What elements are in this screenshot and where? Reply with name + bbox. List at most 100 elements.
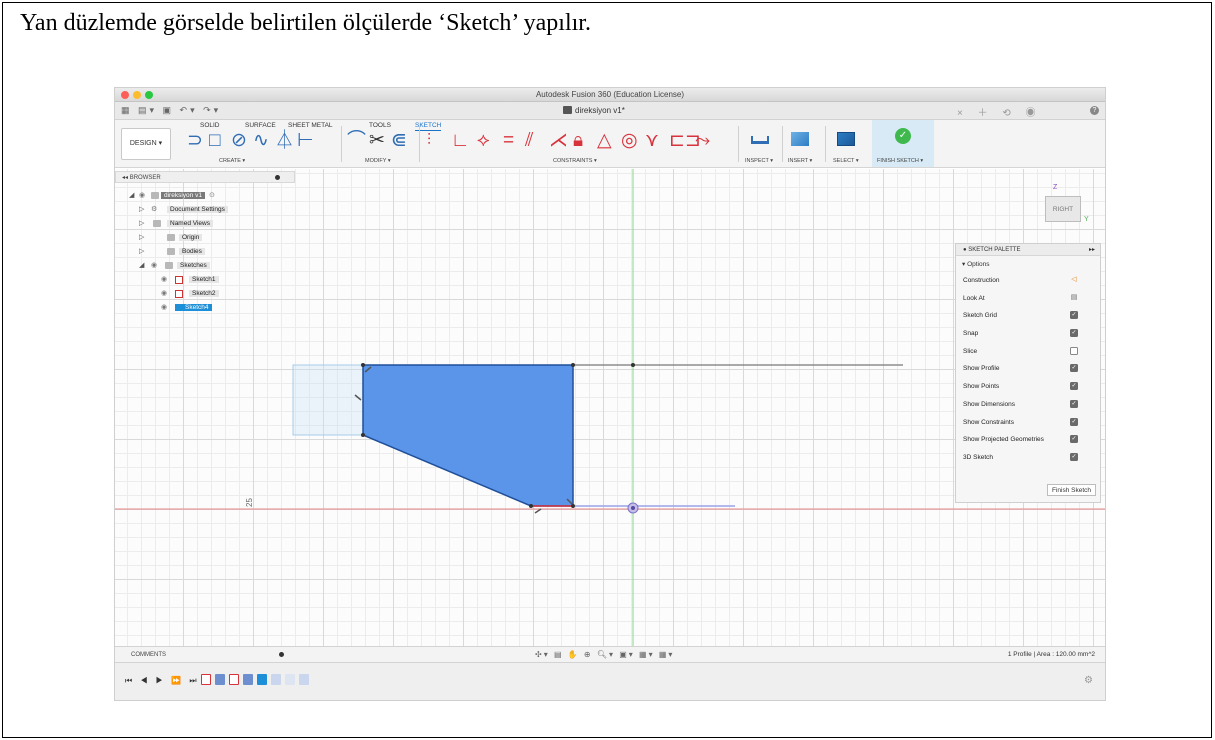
spline-tool-icon[interactable]: ∿ xyxy=(253,130,269,152)
document-tab[interactable]: direksiyon v1* xyxy=(563,106,625,115)
concentric-constraint-icon[interactable]: ◎ xyxy=(621,130,638,152)
trim-tool-icon[interactable]: ✂ xyxy=(369,130,385,152)
select-menu[interactable]: SELECT ▾ xyxy=(833,158,859,164)
view-cube-right-face[interactable]: RIGHT xyxy=(1045,196,1081,222)
collapse-icon[interactable]: ◂◂ xyxy=(122,175,130,181)
show-projected-geometries-checkbox[interactable]: ✓ xyxy=(1070,435,1078,444)
tab-controls[interactable]: × ＋ ⟲ ◉ xyxy=(957,104,1042,119)
timeline-suppressed-icon[interactable] xyxy=(285,674,295,685)
show-constraints-checkbox[interactable]: ✓ xyxy=(1070,417,1078,426)
collinear-constraint-icon[interactable]: ⋌ xyxy=(549,130,568,152)
eye-icon[interactable]: ◉ xyxy=(139,191,145,199)
eye-icon[interactable]: ◉ xyxy=(161,289,167,297)
workspace-dropdown[interactable]: DESIGN ▾ xyxy=(121,128,171,160)
palette-row-show-dimensions: Show Dimensions ✓ xyxy=(956,396,1100,414)
eye-icon[interactable]: ◉ xyxy=(161,275,167,283)
browser-item-label: Document Settings xyxy=(167,206,228,213)
eye-icon[interactable]: ◉ xyxy=(161,303,167,311)
tangent-line-icon[interactable]: ⋎ xyxy=(645,130,659,152)
activate-radio-icon[interactable]: ⊙ xyxy=(209,191,215,199)
equal-constraint-icon[interactable]: = xyxy=(503,130,514,152)
timeline-revolve-icon[interactable] xyxy=(243,674,253,685)
timeline-active-sketch-icon[interactable] xyxy=(257,674,267,685)
quick-access-icons[interactable]: ▦ ▤▾ ▣ ↶▾ ↷▾ xyxy=(121,105,221,116)
midpoint-constraint-icon[interactable]: △ xyxy=(597,130,612,152)
palette-row-show-projected-geometries: Show Projected Geometries ✓ xyxy=(956,431,1100,449)
rectangle-tool-icon[interactable]: □ xyxy=(209,130,220,152)
expand-icon[interactable]: ▸▸ xyxy=(1089,246,1095,253)
line-tool-icon[interactable]: ⊃ xyxy=(187,130,203,152)
tab-solid[interactable]: SOLID xyxy=(200,122,220,129)
expand-arrow-icon[interactable]: ◢ xyxy=(129,191,134,199)
timeline-suppressed-icon[interactable] xyxy=(299,674,309,685)
show-dimensions-checkbox[interactable]: ✓ xyxy=(1070,399,1078,408)
polygon-tool-icon[interactable]: ⏃ xyxy=(275,130,294,152)
finish-sketch-menu[interactable]: FINISH SKETCH ▾ xyxy=(877,158,923,164)
show-points-checkbox[interactable]: ✓ xyxy=(1070,382,1078,391)
constraints-menu[interactable]: CONSTRAINTS ▾ xyxy=(553,158,597,164)
show-profile-checkbox[interactable]: ✓ xyxy=(1070,364,1078,373)
browser-item-sketch2[interactable]: ◉ Sketch2 xyxy=(115,287,295,301)
palette-row-label: Snap xyxy=(963,330,979,338)
navigation-toolbar[interactable]: ✣▾ ▤ ✋ ⊕ 🔍︎▾ ▣▾ ▦▾ ▦▾ xyxy=(535,650,674,659)
finish-sketch-panel[interactable]: ✓ FINISH SKETCH ▾ xyxy=(872,120,934,167)
perpendicular-constraint-icon[interactable]: ∟ xyxy=(451,130,470,152)
select-icon[interactable] xyxy=(837,132,855,146)
help-icon[interactable]: ? xyxy=(1090,106,1099,115)
comments-bar: COMMENTS ✣▾ ▤ ✋ ⊕ 🔍︎▾ ▣▾ ▦▾ ▦▾ 1 Profile… xyxy=(115,646,1105,662)
browser-item-sketch4[interactable]: ◉ Sketch4 xyxy=(115,301,295,315)
browser-item-label: Sketches xyxy=(177,262,210,269)
browser-header[interactable]: ◂◂ BROWSER xyxy=(115,171,295,183)
browser-item-origin[interactable]: ▷ Origin xyxy=(115,231,295,245)
collapsed-arrow-icon[interactable]: ▷ xyxy=(139,233,144,241)
timeline-sketch-icon[interactable] xyxy=(201,674,211,685)
collapsed-arrow-icon[interactable]: ▷ xyxy=(139,247,144,255)
browser-item-named-views[interactable]: ▷ Named Views xyxy=(115,217,295,231)
browser-root[interactable]: ◢ ◉ direksiyon v1 ⊙ xyxy=(115,189,295,203)
snap-checkbox[interactable]: ✓ xyxy=(1070,329,1078,338)
offset-tool-icon[interactable]: ⋐ xyxy=(391,130,407,152)
timeline-playback-controls[interactable]: ⏮ ◀ ▶ ⏩ ⏭ xyxy=(125,676,200,686)
construction-icon[interactable]: ◁ xyxy=(1070,276,1078,284)
create-menu[interactable]: CREATE ▾ xyxy=(219,158,245,164)
pin-icon[interactable] xyxy=(275,175,280,180)
tab-surface[interactable]: SURFACE xyxy=(245,122,276,129)
palette-row-label: Show Constraints xyxy=(963,418,1014,426)
gear-icon[interactable]: ⚙ xyxy=(1084,675,1093,686)
inspect-menu[interactable]: INSPECT ▾ xyxy=(745,158,773,164)
timeline-extrude-icon[interactable] xyxy=(215,674,225,685)
fillet-tool-icon[interactable]: ⌒ xyxy=(347,130,366,152)
insert-menu[interactable]: INSERT ▾ xyxy=(788,158,812,164)
tab-sheet-metal[interactable]: SHEET METAL xyxy=(288,122,333,129)
tab-tools[interactable]: TOOLS xyxy=(369,122,391,129)
expand-arrow-icon[interactable]: ◢ xyxy=(139,261,144,269)
measure-icon[interactable] xyxy=(751,136,769,144)
browser-item-sketch1[interactable]: ◉ Sketch1 xyxy=(115,273,295,287)
circle-tool-icon[interactable]: ⊘ xyxy=(231,130,247,152)
insert-image-icon[interactable] xyxy=(791,132,809,146)
eye-icon[interactable]: ◉ xyxy=(151,261,157,269)
collapsed-arrow-icon[interactable]: ▷ xyxy=(139,205,144,213)
browser-item-document-settings[interactable]: ▷ ⚙ Document Settings xyxy=(115,203,295,217)
timeline-sketch-icon[interactable] xyxy=(229,674,239,685)
modify-menu[interactable]: MODIFY ▾ xyxy=(365,158,391,164)
collapsed-arrow-icon[interactable]: ▷ xyxy=(139,219,144,227)
gear-icon: ⚙ xyxy=(151,206,158,213)
browser-item-sketches[interactable]: ◢ ◉ Sketches xyxy=(115,259,295,273)
finish-sketch-button[interactable]: Finish Sketch xyxy=(1046,484,1096,496)
3d-sketch-checkbox[interactable]: ✓ xyxy=(1070,452,1078,461)
coincident-constraint-icon[interactable]: ⫶ xyxy=(427,130,431,152)
browser-item-bodies[interactable]: ▷ Bodies xyxy=(115,245,295,259)
timeline-suppressed-icon[interactable] xyxy=(271,674,281,685)
look-at-icon[interactable]: ▤ xyxy=(1070,294,1078,302)
slot-tool-icon[interactable]: ⊢ xyxy=(297,130,314,152)
parallel-constraint-icon[interactable]: ⫽ xyxy=(525,130,533,152)
curvature-constraint-icon[interactable]: ⤳ xyxy=(695,130,710,152)
sketch-grid-checkbox[interactable]: ✓ xyxy=(1070,311,1078,320)
sketch-palette-header[interactable]: ● SKETCH PALETTE ▸▸ xyxy=(956,244,1100,256)
fix-constraint-icon[interactable]: 🔒︎ xyxy=(573,130,583,152)
options-section-header[interactable]: ▾ Options xyxy=(956,256,1100,272)
slice-checkbox[interactable] xyxy=(1070,346,1078,355)
pin-icon[interactable] xyxy=(279,652,284,657)
tangent-constraint-icon[interactable]: ⟡ xyxy=(477,130,490,152)
